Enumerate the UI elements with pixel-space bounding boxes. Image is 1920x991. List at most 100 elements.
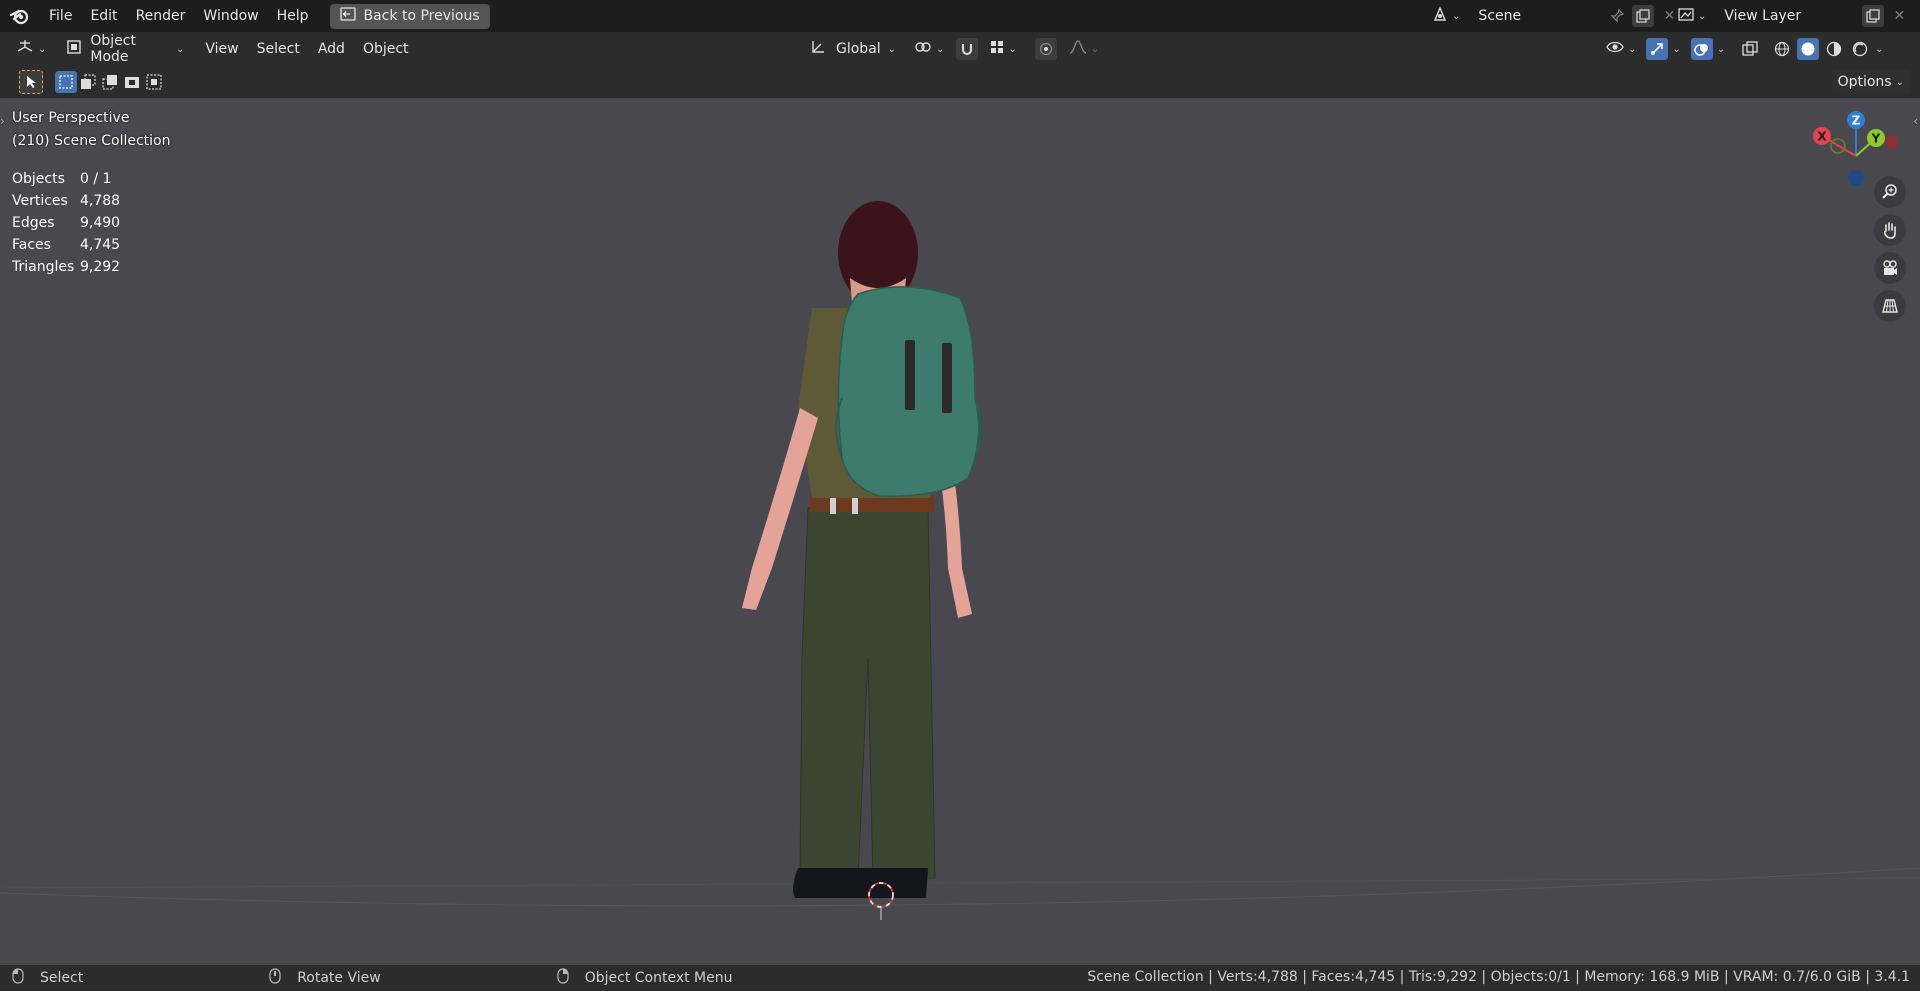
- pan-hand-icon[interactable]: [1874, 214, 1906, 246]
- editor-type-dropdown[interactable]: ⌄: [10, 37, 52, 61]
- back-to-previous-button[interactable]: Back to Previous: [329, 3, 490, 29]
- menu-edit[interactable]: Edit: [81, 4, 126, 28]
- menu-window[interactable]: Window: [194, 4, 267, 28]
- stat-value: 0 / 1: [80, 171, 112, 187]
- overlays-options-chevron-icon[interactable]: ⌄: [1717, 44, 1725, 55]
- xray-toggle-icon[interactable]: [1739, 38, 1761, 60]
- select-mode-extend-icon[interactable]: [77, 71, 99, 93]
- chevron-down-icon: ⌄: [1452, 10, 1461, 22]
- back-to-previous-label: Back to Previous: [363, 8, 480, 24]
- stat-label: Triangles: [12, 259, 75, 275]
- chevron-down-icon: ⌄: [887, 43, 896, 55]
- stat-label: Faces: [12, 237, 51, 253]
- menu-view[interactable]: View: [196, 37, 247, 61]
- view-layer-selector-dropdown[interactable]: ⌄: [1672, 4, 1712, 28]
- transform-orientation-label: Global: [836, 41, 881, 57]
- toggle-perspective-grid-icon[interactable]: [1874, 290, 1906, 322]
- select-mode-intersect-icon[interactable]: [143, 71, 165, 93]
- menu-file[interactable]: File: [40, 4, 81, 28]
- proportional-editing-icon[interactable]: [1034, 38, 1057, 60]
- menu-object[interactable]: Object: [354, 37, 418, 61]
- solid-shading-icon[interactable]: [1797, 38, 1820, 60]
- status-rotate-hint: Rotate View: [269, 968, 381, 988]
- viewport-scene: [0, 201, 1920, 920]
- back-icon: [339, 7, 356, 25]
- chevron-down-icon: ⌄: [1698, 10, 1707, 22]
- scene-icon: [1432, 6, 1448, 26]
- view-layer-name-field[interactable]: View Layer: [1716, 4, 1859, 28]
- menu-render[interactable]: Render: [127, 4, 195, 28]
- mouse-right-icon: [557, 968, 569, 988]
- new-scene-icon[interactable]: [1632, 5, 1655, 27]
- pin-icon[interactable]: [1606, 5, 1628, 27]
- eye-icon: [1606, 40, 1624, 58]
- status-scene-info: Scene Collection | Verts:4,788 | Faces:4…: [1087, 969, 1910, 985]
- gizmo-neg-z-axis[interactable]: [1848, 170, 1864, 186]
- scene-name-field[interactable]: Scene: [1470, 4, 1603, 28]
- show-overlays-icon[interactable]: [1690, 38, 1713, 60]
- visibility-dropdown[interactable]: ⌄: [1600, 37, 1642, 61]
- camera-view-icon[interactable]: [1874, 252, 1906, 284]
- stat-label: Vertices: [12, 193, 68, 209]
- status-rotate-label: Rotate View: [297, 970, 381, 986]
- proportional-falloff-dropdown[interactable]: ⌄: [1063, 37, 1105, 61]
- gizmo-y-label: Y: [1871, 132, 1881, 146]
- select-mode-invert-icon[interactable]: [121, 71, 143, 93]
- sidebar-expand-arrow-icon[interactable]: ‹: [1913, 114, 1918, 128]
- 3d-viewport-icon: [16, 39, 34, 59]
- 3d-viewport[interactable]: User Perspective (210) Scene Collection …: [0, 98, 1920, 965]
- select-mode-subtract-icon[interactable]: [99, 71, 121, 93]
- stat-row: Faces 4,745: [12, 234, 120, 256]
- status-context-hint: Object Context Menu: [557, 968, 733, 988]
- wireframe-shading-icon[interactable]: [1771, 38, 1793, 60]
- blender-logo-icon[interactable]: [0, 0, 40, 32]
- material-preview-shading-icon[interactable]: [1823, 38, 1845, 60]
- pivot-icon: [914, 39, 932, 59]
- scene-name-label: Scene: [1478, 8, 1522, 24]
- view-layer-name-label: View Layer: [1724, 8, 1802, 24]
- stat-row: Edges 9,490: [12, 212, 120, 234]
- gizmo-x-label: X: [1817, 130, 1827, 144]
- snap-toggle-icon[interactable]: [956, 38, 979, 60]
- menu-add[interactable]: Add: [309, 37, 354, 61]
- falloff-curve-icon: [1069, 40, 1087, 58]
- transform-orientation-dropdown[interactable]: Global ⌄: [804, 37, 902, 61]
- options-dropdown[interactable]: Options ⌄: [1831, 70, 1910, 94]
- object-mode-icon: [66, 39, 82, 59]
- snap-grid-icon: [990, 40, 1004, 58]
- gizmo-options-chevron-icon[interactable]: ⌄: [1672, 44, 1680, 55]
- chevron-down-icon: ⌄: [936, 43, 945, 55]
- snap-target-dropdown[interactable]: ⌄: [984, 37, 1022, 61]
- shading-options-chevron-icon[interactable]: ⌄: [1875, 44, 1883, 55]
- zoom-icon[interactable]: [1874, 176, 1906, 208]
- select-mode-new-icon[interactable]: [55, 71, 77, 93]
- stat-value: 9,490: [80, 215, 121, 231]
- show-gizmo-icon[interactable]: [1646, 38, 1669, 60]
- menu-select[interactable]: Select: [248, 37, 309, 61]
- toolbar-expand-arrow-icon[interactable]: ›: [0, 114, 5, 128]
- new-view-layer-icon[interactable]: [1862, 5, 1885, 27]
- status-context-label: Object Context Menu: [584, 970, 733, 986]
- stat-row: Objects 0 / 1: [12, 168, 120, 190]
- rendered-shading-icon[interactable]: [1849, 38, 1871, 60]
- delete-view-layer-icon[interactable]: ✕: [1888, 5, 1910, 27]
- select-tool-icon[interactable]: [19, 70, 43, 94]
- status-select-hint: Select: [12, 968, 83, 988]
- object-mode-label: Object Mode: [90, 33, 136, 65]
- stat-row: Vertices 4,788: [12, 190, 120, 212]
- status-select-label: Select: [40, 970, 84, 986]
- object-mode-dropdown[interactable]: Object Mode ⌄: [60, 33, 190, 65]
- stat-row: Triangles 9,292: [12, 256, 120, 278]
- options-label: Options: [1837, 74, 1892, 90]
- status-bar: Select Rotate View Object Context Menu S…: [0, 965, 1920, 991]
- top-bar: File Edit Render Window Help Back to Pre…: [0, 0, 1920, 32]
- gizmo-neg-x-axis[interactable]: [1885, 135, 1898, 149]
- pivot-point-dropdown[interactable]: ⌄: [908, 37, 950, 61]
- scene-selector-dropdown[interactable]: ⌄: [1426, 4, 1466, 28]
- menu-help[interactable]: Help: [268, 4, 318, 28]
- collection-label: (210) Scene Collection: [12, 133, 171, 149]
- mouse-left-icon: [12, 968, 24, 988]
- gizmo-z-label: Z: [1852, 114, 1861, 128]
- scene-statistics: Objects 0 / 1 Vertices 4,788 Edges 9,490 Fa…: [12, 168, 120, 278]
- character-model: [742, 201, 983, 898]
